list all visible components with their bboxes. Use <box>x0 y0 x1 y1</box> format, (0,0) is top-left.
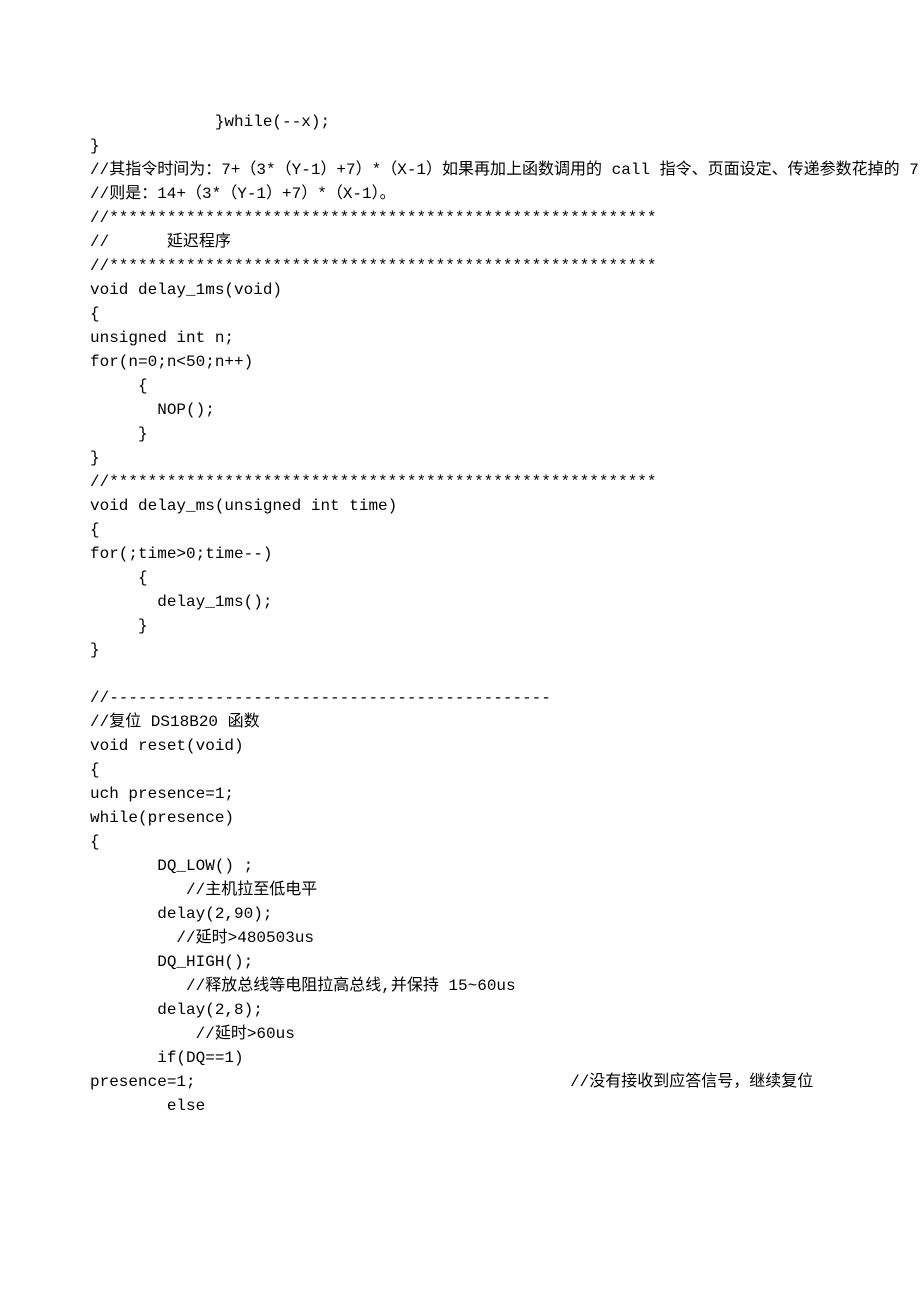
code-line: } <box>90 449 100 467</box>
code-line: //**************************************… <box>90 473 657 491</box>
code-line: // 延迟程序 <box>90 233 231 251</box>
code-line: { <box>90 761 100 779</box>
code-line: //其指令时间为：7+（3*（Y-1）+7）*（X-1）如果再加上函数调用的 c… <box>90 161 920 179</box>
code-line: //**************************************… <box>90 257 657 275</box>
code-line: for(;time>0;time--) <box>90 545 272 563</box>
code-line: void reset(void) <box>90 737 244 755</box>
code-line: if(DQ==1) <box>90 1049 244 1067</box>
code-line: } <box>90 641 100 659</box>
code-line: //延时>480503us <box>90 929 314 947</box>
code-line: { <box>90 833 100 851</box>
code-line: } <box>90 137 100 155</box>
code-line: delay(2,90); <box>90 905 272 923</box>
code-line: for(n=0;n<50;n++) <box>90 353 253 371</box>
code-line: //延时>60us <box>90 1025 295 1043</box>
code-line: delay(2,8); <box>90 1001 263 1019</box>
code-line: } <box>90 617 148 635</box>
code-line: void delay_1ms(void) <box>90 281 282 299</box>
code-line: } <box>90 425 148 443</box>
code-line: { <box>90 377 148 395</box>
code-line: delay_1ms(); <box>90 593 272 611</box>
code-line: DQ_LOW() ; <box>90 857 253 875</box>
code-line: uch presence=1; <box>90 785 234 803</box>
code-line: { <box>90 521 100 539</box>
code-line: //则是：14+（3*（Y-1）+7）*（X-1）。 <box>90 185 396 203</box>
code-document: }while(--x); } //其指令时间为：7+（3*（Y-1）+7）*（X… <box>0 0 920 1208</box>
code-line: { <box>90 305 100 323</box>
code-line: { <box>90 569 148 587</box>
code-line: //释放总线等电阻拉高总线,并保持 15~60us <box>90 977 516 995</box>
code-line: void delay_ms(unsigned int time) <box>90 497 397 515</box>
code-line: DQ_HIGH(); <box>90 953 253 971</box>
code-line: while(presence) <box>90 809 234 827</box>
code-line: presence=1; //没有接收到应答信号，继续复位 <box>90 1073 813 1091</box>
code-line: unsigned int n; <box>90 329 234 347</box>
code-line: }while(--x); <box>90 113 330 131</box>
code-line: //--------------------------------------… <box>90 689 551 707</box>
code-line: NOP(); <box>90 401 215 419</box>
code-line: else <box>90 1097 205 1115</box>
code-line: //**************************************… <box>90 209 657 227</box>
code-line: //复位 DS18B20 函数 <box>90 713 260 731</box>
code-line: //主机拉至低电平 <box>90 881 317 899</box>
